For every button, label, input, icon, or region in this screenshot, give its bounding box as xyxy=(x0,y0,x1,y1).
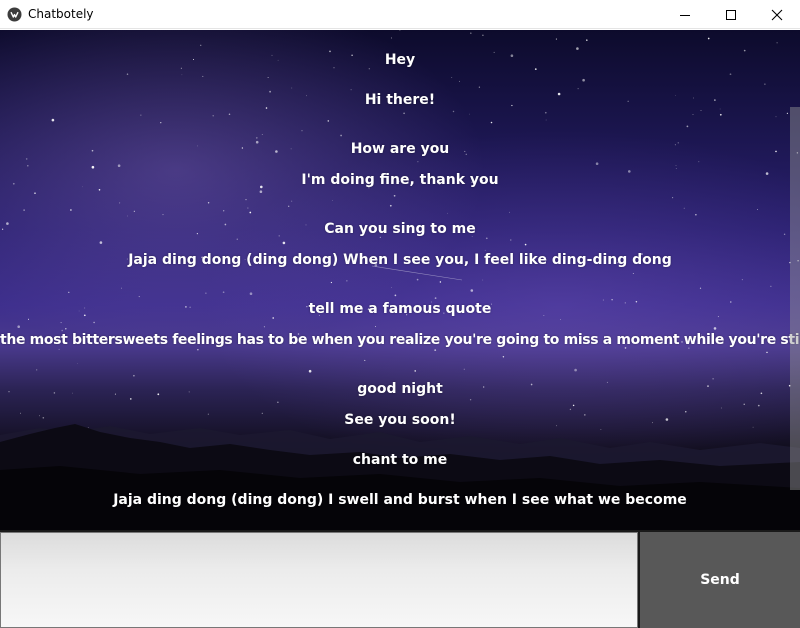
chat-message: good night xyxy=(357,381,443,397)
chat-message: Jaja ding dong (ding dong) When I see yo… xyxy=(128,252,672,268)
window-controls xyxy=(662,0,800,29)
chat-message: Hey xyxy=(384,52,416,68)
close-button[interactable] xyxy=(754,0,800,29)
minimize-icon xyxy=(680,14,690,16)
chat-message: chant to me xyxy=(352,452,448,468)
maximize-icon xyxy=(726,9,736,20)
chat-message: tell me a famous quote xyxy=(308,301,492,317)
chat-message: See you soon! xyxy=(344,412,456,428)
maximize-button[interactable] xyxy=(708,0,754,29)
chat-bubble-icon xyxy=(7,7,22,22)
chat-message: Can you sing to me xyxy=(324,221,476,237)
app-window: Chatbotely Hey Hi there! How are you I'm… xyxy=(0,0,800,628)
send-button[interactable]: Send xyxy=(640,532,800,628)
input-row: Send xyxy=(0,530,800,628)
chat-scrollbar[interactable] xyxy=(790,107,800,490)
chat-message: the most bittersweets feelings has to be… xyxy=(0,332,800,348)
window-title: Chatbotely xyxy=(28,7,94,21)
close-icon xyxy=(771,9,783,20)
chat-message: How are you xyxy=(350,141,450,157)
chat-message: Hi there! xyxy=(364,92,436,108)
title-bar: Chatbotely xyxy=(0,0,800,29)
message-input[interactable] xyxy=(0,532,638,628)
chat-history[interactable]: Hey Hi there! How are you I'm doing fine… xyxy=(0,30,800,530)
chat-message: I'm doing fine, thank you xyxy=(301,172,499,188)
minimize-button[interactable] xyxy=(662,0,708,29)
chat-message: Jaja ding dong (ding dong) I swell and b… xyxy=(113,492,687,508)
